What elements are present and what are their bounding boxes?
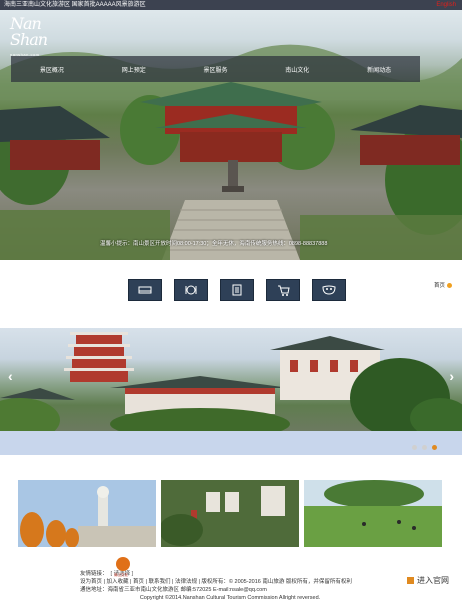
guanyin-photo <box>18 480 156 547</box>
hotel-button[interactable] <box>128 279 162 301</box>
hero-banner: Nan Shan nanshan.com 景区概况 网上预定 景区服务 南山文化… <box>0 10 462 260</box>
temple-scene-illustration <box>0 44 462 260</box>
slider-dot[interactable] <box>412 445 417 450</box>
enter-site-icon <box>407 577 414 584</box>
enter-site-label: 进入官网 <box>417 576 449 585</box>
nav-item-overview[interactable]: 景区概况 <box>11 56 93 82</box>
pagoda-scene-illustration <box>0 332 462 431</box>
thumbnail-lawn[interactable] <box>304 480 442 547</box>
slider-dot-active[interactable] <box>432 445 437 450</box>
document-icon <box>232 284 242 296</box>
thumbnail-guanyin[interactable] <box>18 480 156 547</box>
home-dot-icon <box>447 282 453 288</box>
language-link[interactable]: English <box>436 1 456 9</box>
nav-item-news[interactable]: 新闻动态 <box>338 56 420 82</box>
enter-site-button[interactable]: 进入官网 <box>407 575 449 586</box>
entertainment-button[interactable] <box>312 279 346 301</box>
shopping-button[interactable] <box>266 279 300 301</box>
site-logo[interactable]: Nan Shan nanshan.com <box>10 14 56 58</box>
notice-text: 温馨小提示：南山景区开放时间08:00-17:30；全年无休，海南传统服务热线：… <box>100 241 328 247</box>
main-nav: 景区概况 网上预定 景区服务 南山文化 新闻动态 <box>11 56 420 82</box>
nav-item-booking[interactable]: 网上预定 <box>93 56 175 82</box>
top-bar: 海南三亚南山文化旅游区 国家首批AAAAA风景旅游区 English <box>0 0 462 10</box>
image-slider: ‹ › <box>0 328 462 431</box>
site-tagline: 海南三亚南山文化旅游区 国家首批AAAAA风景旅游区 <box>4 2 146 8</box>
dining-icon <box>185 285 197 295</box>
footer: 南山文化 友情链接： [ 请选择 ] 设为首页 | 加入收藏 | 首页 | 联系… <box>80 557 380 602</box>
friend-links-label: 友情链接： <box>80 571 108 577</box>
home-link-label: 首页 <box>434 283 446 289</box>
slider-prev-arrow[interactable]: ‹ <box>8 368 13 384</box>
shopping-icon <box>278 285 290 296</box>
footer-copyright: Copyright ©2014.Nanshan Cultural Tourism… <box>139 595 321 601</box>
nav-item-culture[interactable]: 南山文化 <box>256 56 338 82</box>
logo-mark: Nan Shan <box>10 14 48 49</box>
footer-nav-links[interactable]: 设为首页 | 加入收藏 | 首页 | 联系我们 | 法律法规 | 版权所有：© … <box>80 578 380 586</box>
footer-badge-icon <box>116 557 130 571</box>
footer-badge-label: 南山文化 <box>114 573 128 577</box>
footer-address: 通信地址：海南省三亚市南山文化旅游区 邮编:572025 E-mail:nsal… <box>80 587 267 593</box>
nav-item-services[interactable]: 景区服务 <box>175 56 257 82</box>
exhibition-photo <box>161 480 299 547</box>
lawn-photo <box>304 480 442 547</box>
bed-icon <box>138 286 152 294</box>
mask-icon <box>322 285 336 295</box>
slider-next-arrow[interactable]: › <box>449 368 454 384</box>
slider-dot[interactable] <box>422 445 427 450</box>
slider-band <box>0 431 462 455</box>
home-link[interactable]: 首页 <box>434 281 453 289</box>
dining-button[interactable] <box>174 279 208 301</box>
guide-button[interactable] <box>220 279 254 301</box>
slider-dots <box>412 445 437 450</box>
quick-icons-row <box>128 279 346 301</box>
thumbnail-exhibition[interactable] <box>161 480 299 547</box>
